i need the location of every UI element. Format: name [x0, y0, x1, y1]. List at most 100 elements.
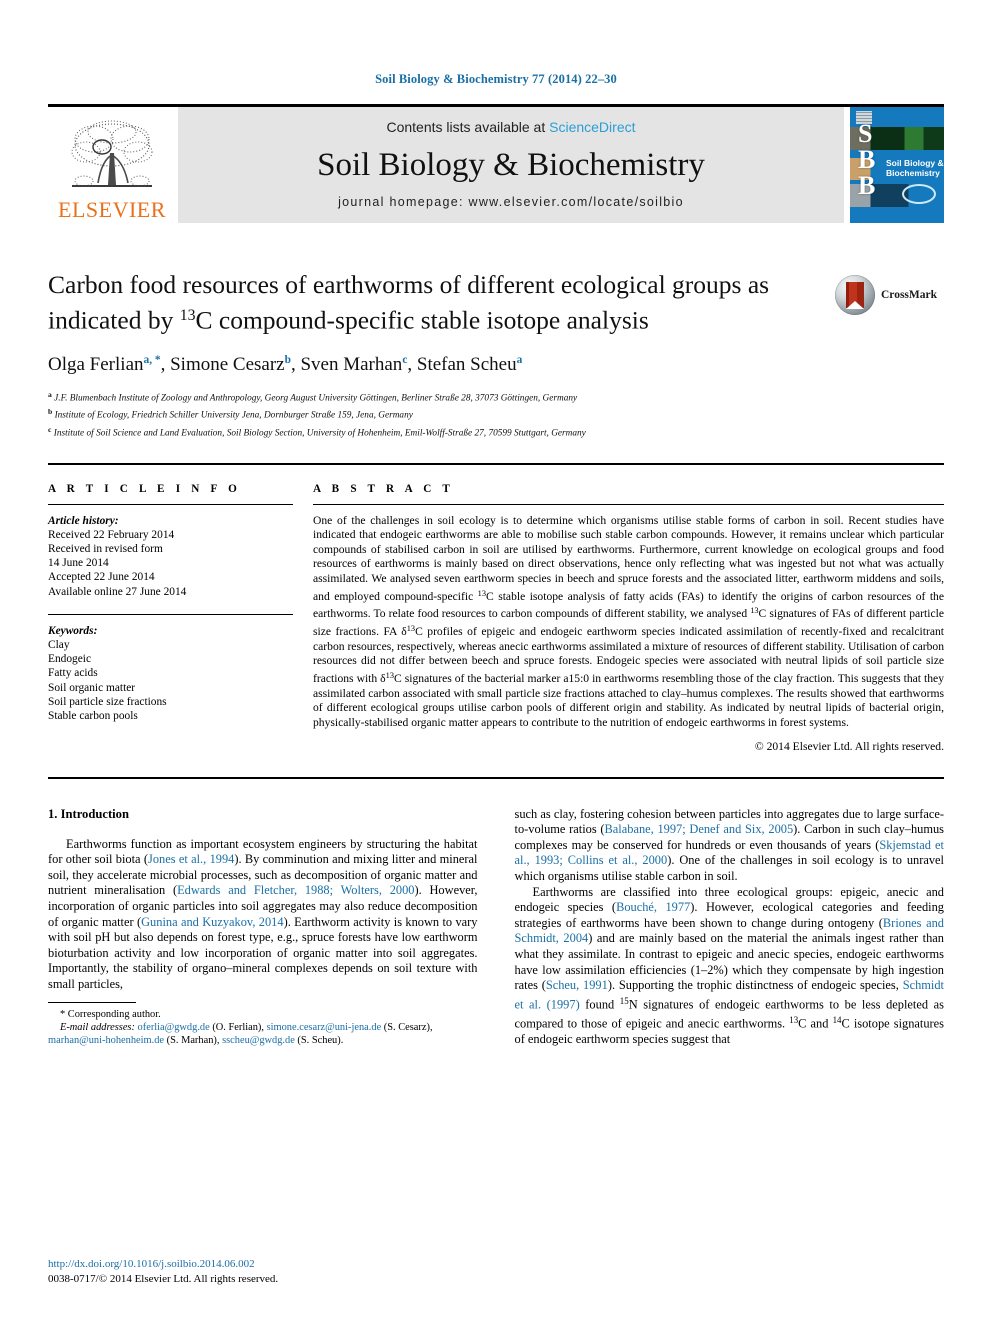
citation-link[interactable]: Scheu, 1991 [546, 978, 608, 992]
journal-band: Contents lists available at ScienceDirec… [178, 107, 844, 223]
article-info-rule [48, 503, 293, 505]
author-list: Olga Ferliana, *, Simone Cesarzb, Sven M… [48, 353, 523, 375]
abstract-sup-13c-2: 13 [750, 606, 759, 616]
crossmark-icon [835, 275, 875, 315]
affiliation-text: Institute of Soil Science and Land Evalu… [53, 428, 586, 439]
keyword-item: Endogeic [48, 653, 92, 666]
elsevier-wordmark: ELSEVIER [58, 197, 166, 222]
abstract-sup-13c-4: 13 [385, 671, 394, 681]
affiliation-text: J.F. Blumenbach Institute of Zoology and… [54, 393, 578, 404]
article-page: Soil Biology & Biochemistry 77 (2014) 22… [0, 0, 992, 1323]
footnote-rule [48, 1001, 136, 1003]
email-label: E-mail addresses: [60, 1021, 135, 1033]
article-info-heading: A R T I C L E I N F O [48, 482, 242, 495]
issn-copyright-line: 0038-0717/© 2014 Elsevier Ltd. All right… [48, 1273, 279, 1285]
affiliation-item: b Institute of Ecology, Friedrich Schill… [48, 405, 944, 423]
contents-lists-line: Contents lists available at ScienceDirec… [386, 119, 635, 135]
citation-link[interactable]: Gunina and Kuzyakov, 2014 [141, 915, 283, 929]
cover-title-text: Soil Biology & Biochemistry [886, 158, 944, 178]
footnote-block: * Corresponding author. E-mail addresses… [48, 1001, 478, 1048]
email-owner: (S. Marhan), [164, 1035, 223, 1047]
doi-link[interactable]: http://dx.doi.org/10.1016/j.soilbio.2014… [48, 1257, 278, 1272]
citation-link[interactable]: Edwards and Fletcher, 1988; Wolters, 200… [177, 883, 414, 897]
email-owner: (S. Cesarz), [381, 1021, 433, 1033]
article-history-block: Article history: Received 22 February 20… [48, 514, 293, 599]
abstract-sup-13c-1: 13 [477, 588, 487, 598]
keyword-item: Fatty acids [48, 667, 98, 680]
abstract-heading: A B S T R A C T [313, 482, 455, 495]
history-item: 14 June 2014 [48, 557, 109, 570]
sup-13c: 13 [789, 1014, 799, 1025]
abstract-sup-13c-3: 13 [406, 624, 416, 634]
author-affil-mark[interactable]: b [285, 354, 291, 366]
cover-nematode-icon [902, 183, 936, 204]
citation-link[interactable]: Balabane, 1997; Denef and Six, 2005 [605, 822, 794, 836]
email-owner: (O. Ferlian), [209, 1021, 267, 1033]
corresponding-author-note: * Corresponding author. [60, 1008, 161, 1020]
abstract-rule [313, 503, 944, 505]
page-footer: http://dx.doi.org/10.1016/j.soilbio.2014… [48, 1257, 278, 1287]
title-block: Carbon food resources of earthworms of d… [48, 269, 944, 441]
abstract-text: One of the challenges in soil ecology is… [313, 514, 944, 731]
abstract-copyright: © 2014 Elsevier Ltd. All rights reserved… [754, 739, 944, 753]
email-addresses-note: E-mail addresses: oferlia@gwdg.de (O. Fe… [48, 1021, 478, 1047]
keywords-block: Keywords: Clay Endogeic Fatty acids Soil… [48, 624, 293, 723]
intro-paragraph-right-1: such as clay, fostering cohesion between… [515, 807, 945, 885]
keyword-item: Stable carbon pools [48, 710, 138, 722]
intro-text-seg: ). Supporting the trophic distinctness o… [607, 978, 903, 993]
body-columns: 1. Introduction Earthworms function as i… [48, 807, 944, 1048]
email-link[interactable]: sscheu@gwdg.de [222, 1035, 295, 1046]
elsevier-logo[interactable]: ELSEVIER [48, 107, 176, 223]
history-item: Accepted 22 June 2014 [48, 571, 155, 584]
title-superscript-13: 13 [179, 307, 196, 324]
keyword-item: Soil particle size fractions [48, 695, 167, 708]
journal-homepage-line[interactable]: journal homepage: www.elsevier.com/locat… [338, 195, 684, 209]
title-segment-2: C compound-specific stable isotope analy… [195, 305, 649, 335]
email-owner: (S. Scheu). [294, 1035, 344, 1047]
footnote-text: * Corresponding author. E-mail addresses… [48, 1008, 478, 1048]
affiliation-text: Institute of Ecology, Friedrich Schiller… [54, 410, 413, 421]
affiliation-item: c Institute of Soil Science and Land Eva… [48, 423, 944, 441]
abstract-column: A B S T R A C T One of the challenges in… [313, 483, 944, 753]
sciencedirect-link[interactable]: ScienceDirect [549, 119, 635, 135]
keywords-label: Keywords: [48, 624, 98, 637]
affiliation-mark: b [48, 407, 53, 417]
email-link[interactable]: oferlia@gwdg.de [138, 1022, 210, 1033]
cover-title-line1: Soil Biology & [886, 158, 944, 169]
citation-link[interactable]: Jones et al., 1994 [148, 852, 234, 866]
keywords-rule [48, 613, 293, 615]
author-name: Sven Marhan [300, 353, 403, 375]
history-item: Available online 27 June 2014 [48, 585, 187, 598]
affiliation-item: a J.F. Blumenbach Institute of Zoology a… [48, 388, 944, 406]
author-affil-mark[interactable]: c [402, 354, 407, 366]
journal-cover-thumbnail[interactable]: SBB Soil Biology & Biochemistry [850, 107, 944, 223]
article-history-label: Article history: [48, 514, 119, 527]
body-column-right: such as clay, fostering cohesion between… [515, 807, 945, 1048]
intro-text-seg: C and [798, 1016, 833, 1031]
elsevier-tree-icon [71, 120, 153, 187]
intro-paragraph-right-2: Earthworms are classified into three eco… [515, 885, 945, 1048]
author-name: Simone Cesarz [170, 353, 285, 375]
affiliation-mark: a [48, 389, 52, 399]
contents-prefix: Contents lists available at [386, 119, 550, 135]
page-title: Carbon food resources of earthworms of d… [48, 269, 813, 336]
author-affil-mark[interactable]: a, * [144, 354, 161, 366]
journal-masthead: ELSEVIER Contents lists available at Sci… [48, 107, 944, 223]
email-link[interactable]: marhan@uni-hohenheim.de [48, 1035, 164, 1046]
author-affil-mark[interactable]: a [517, 354, 523, 366]
journal-title: Soil Biology & Biochemistry [317, 146, 705, 183]
author-name: Stefan Scheu [416, 353, 517, 375]
running-head: Soil Biology & Biochemistry 77 (2014) 22… [375, 72, 617, 86]
email-link[interactable]: simone.cesarz@uni-jena.de [267, 1022, 382, 1033]
crossmark-label: CrossMark [881, 289, 938, 301]
author-name: Olga Ferlian [48, 353, 144, 375]
crossmark-badge[interactable]: CrossMark [835, 273, 939, 317]
history-item: Received in revised form [48, 542, 163, 555]
keyword-item: Soil organic matter [48, 681, 136, 694]
citation-link[interactable]: Bouché, 1977 [616, 900, 690, 914]
article-info-column: A R T I C L E I N F O Article history: R… [48, 483, 313, 753]
history-item: Received 22 February 2014 [48, 528, 175, 541]
intro-paragraph-left: Earthworms function as important ecosyst… [48, 837, 478, 993]
cover-title-line2: Biochemistry [886, 168, 940, 179]
intro-text-seg: found [579, 997, 620, 1012]
